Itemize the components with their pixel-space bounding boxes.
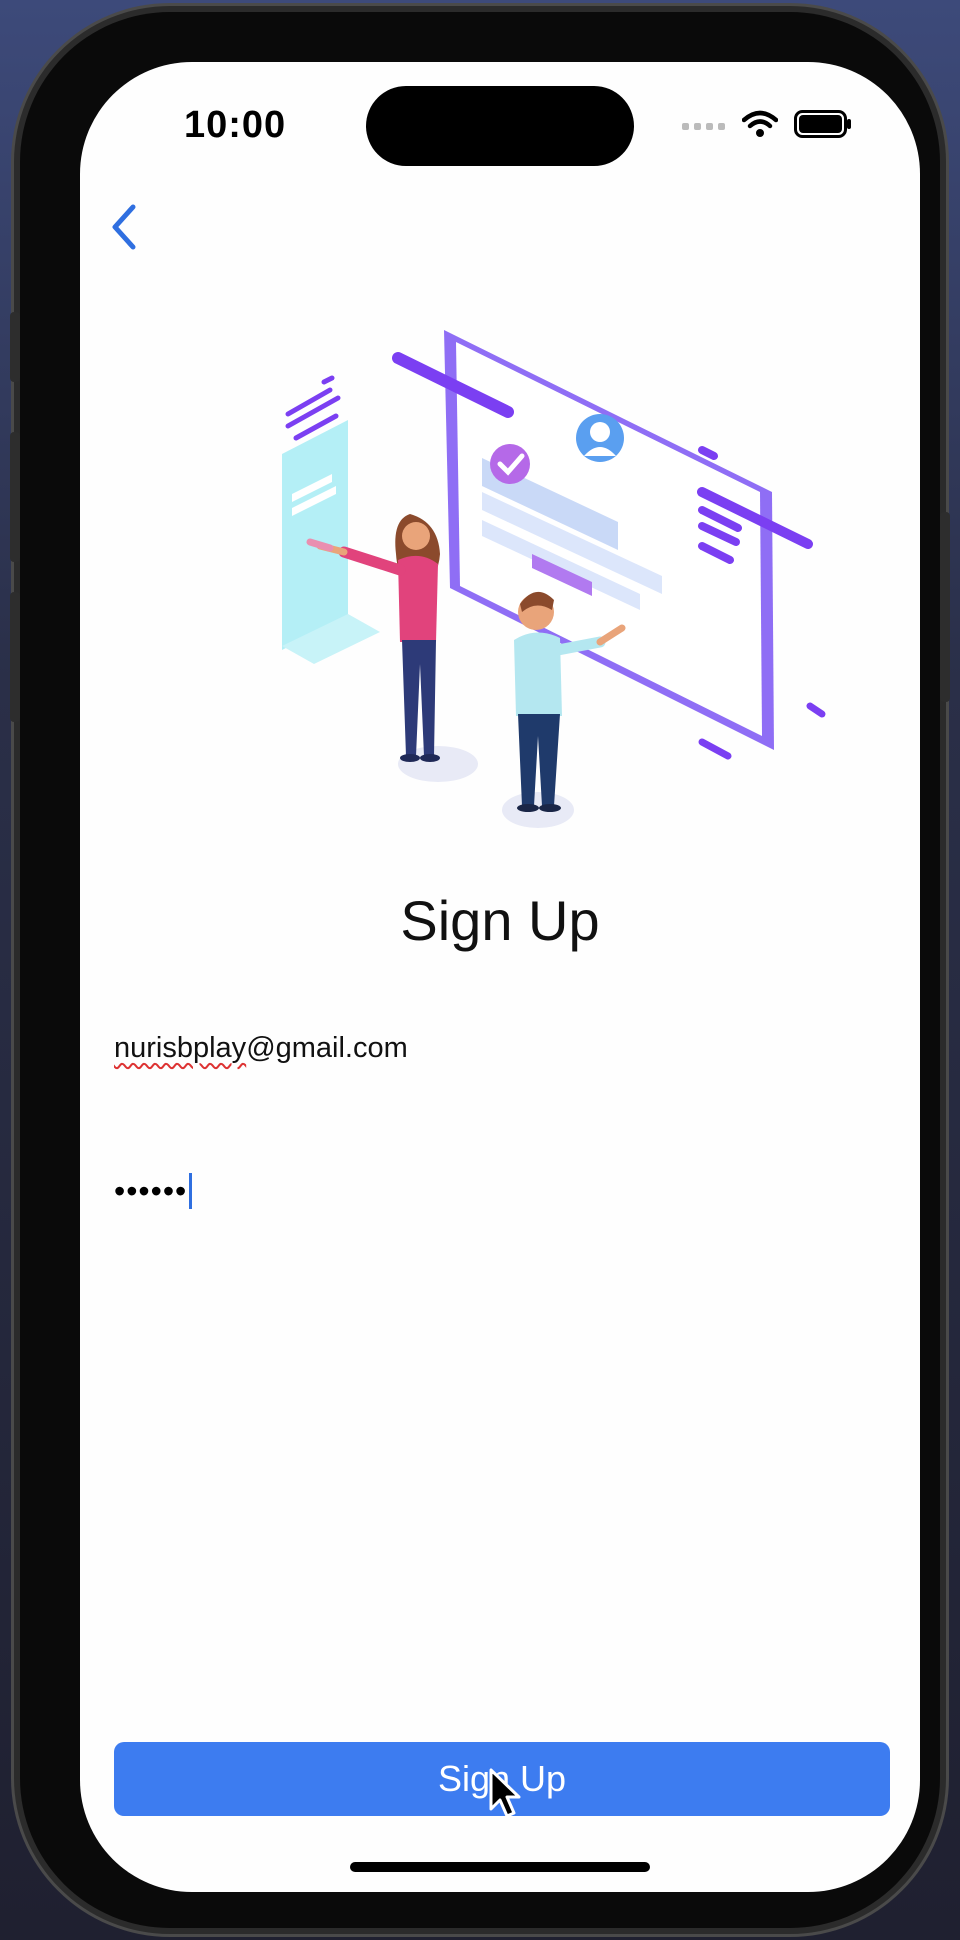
password-field[interactable]: ••••••: [114, 1156, 884, 1226]
email-username-text: nurisbplay: [114, 1031, 247, 1064]
app-screen: 10:00 Sign Up nurisbplay @gmail.com ••••…: [80, 62, 920, 1892]
dynamic-island: [366, 86, 634, 166]
side-button: [10, 592, 20, 722]
status-icons: [682, 110, 852, 143]
home-indicator[interactable]: [350, 1862, 650, 1872]
password-dots: ••••••: [114, 1172, 188, 1209]
side-button: [10, 312, 20, 382]
battery-icon: [794, 110, 852, 143]
signup-illustration: [270, 324, 830, 834]
page-title: Sign Up: [400, 889, 600, 952]
status-time: 10:00: [184, 104, 287, 146]
mouse-pointer-icon: [488, 1767, 522, 1824]
signal-icon: [682, 118, 726, 136]
back-button[interactable]: [94, 192, 154, 262]
chevron-left-icon: [112, 204, 136, 250]
email-field[interactable]: nurisbplay @gmail.com: [114, 1018, 884, 1078]
side-button: [10, 432, 20, 562]
side-button: [940, 512, 950, 702]
text-caret: [189, 1173, 193, 1209]
email-domain-text: @gmail.com: [246, 1031, 408, 1064]
wifi-icon: [741, 110, 779, 143]
